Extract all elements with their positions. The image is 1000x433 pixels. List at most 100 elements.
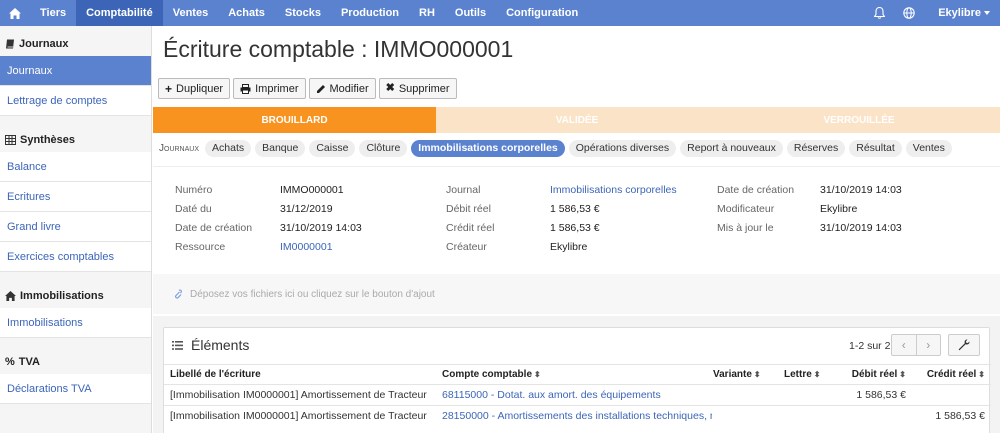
nav-achats[interactable]: Achats <box>218 0 275 26</box>
date-du-label: Daté du <box>175 203 212 215</box>
page-title: Écriture comptable : IMMO000001 <box>163 36 514 62</box>
nav-comptabilite[interactable]: Comptabilité <box>76 0 163 26</box>
cell-variante <box>713 406 783 426</box>
journal-chip-immobilisations[interactable]: Immobilisations corporelles <box>411 139 565 157</box>
sidebar-heading-journaux: Journaux <box>0 32 151 56</box>
journal-chip-reserves[interactable]: Réserves <box>786 139 846 157</box>
home-icon <box>9 7 21 19</box>
sidebar-item-declarations-tva[interactable]: Déclarations TVA <box>0 374 151 404</box>
sidebar-item-immobilisations[interactable]: Immobilisations <box>0 308 151 338</box>
main-content: Écriture comptable : IMMO000001 + Dupliq… <box>153 26 1000 433</box>
nav-ventes[interactable]: Ventes <box>163 0 218 26</box>
table-header: Libellé de l'écriture Compte comptable ⬍ … <box>164 364 991 384</box>
col-variante[interactable]: Variante ⬍ <box>713 365 783 384</box>
chevron-left-icon: ‹ <box>901 338 906 352</box>
sidebar-item-lettrage[interactable]: Lettrage de comptes <box>0 86 151 116</box>
debit-label: Débit réel <box>446 203 491 215</box>
user-menu[interactable]: Ekylibre <box>924 0 1000 26</box>
journal-chip-report[interactable]: Report à nouveaux <box>680 139 783 157</box>
journal-chip-banque[interactable]: Banque <box>255 139 306 157</box>
next-page-button[interactable]: › <box>915 335 941 355</box>
nav-rh[interactable]: RH <box>409 0 445 26</box>
home-icon <box>5 291 16 301</box>
bell-icon <box>873 7 885 19</box>
wrench-icon <box>958 339 970 351</box>
previous-page-button[interactable]: ‹ <box>892 335 916 355</box>
journal-chip-operations-diverses[interactable]: Opérations diverses <box>568 139 677 157</box>
col-lettre[interactable]: Lettre ⬍ <box>784 365 838 384</box>
dropzone-text: Déposez vos fichiers ici ou cliquez sur … <box>190 288 435 300</box>
print-button[interactable]: Imprimer <box>233 78 306 99</box>
edit-button[interactable]: Modifier <box>308 78 376 99</box>
language-button[interactable] <box>894 0 924 26</box>
ressource-link[interactable]: IM0000001 <box>280 241 333 253</box>
table-row: [Immobilisation IM0000001] Amortissement… <box>164 384 991 405</box>
cell-variante <box>713 385 783 405</box>
col-libelle[interactable]: Libellé de l'écriture <box>170 365 430 384</box>
cell-compte-link[interactable]: 28150000 - Amortissements des installati… <box>442 406 712 426</box>
cell-compte-link[interactable]: 68115000 - Dotat. aux amort. des équipem… <box>442 385 712 405</box>
nav-production[interactable]: Production <box>331 0 409 26</box>
list-icon <box>172 340 183 350</box>
elements-title: Éléments <box>172 337 249 353</box>
duplicate-button[interactable]: + Dupliquer <box>158 78 231 99</box>
state-locked: VERROUILLÉE <box>718 107 1000 133</box>
cell-libelle: [Immobilisation IM0000001] Amortissement… <box>170 410 430 422</box>
table-icon <box>5 135 16 145</box>
chevron-right-icon: › <box>926 338 931 352</box>
paperclip-icon <box>174 288 182 299</box>
date-creation-label: Date de création <box>175 222 253 234</box>
modificateur-value: Ekylibre <box>820 203 858 215</box>
delete-button[interactable]: ✖ Supprimer <box>378 78 457 99</box>
modificateur-label: Modificateur <box>717 203 775 215</box>
journal-chip-caisse[interactable]: Caisse <box>309 139 356 157</box>
table-settings-button[interactable] <box>948 334 980 356</box>
journal-chip-cloture[interactable]: Clôture <box>359 139 408 157</box>
numero-label: Numéro <box>175 184 213 196</box>
journal-filter: Journaux Achats Banque Caisse Clôture Im… <box>153 136 1000 160</box>
percent-icon: % <box>5 356 15 368</box>
sidebar-heading-tva: % TVA <box>5 356 40 368</box>
sidebar-item-grand-livre[interactable]: Grand livre <box>0 212 151 242</box>
col-credit[interactable]: Crédit réel ⬍ <box>910 365 985 384</box>
numero-value: IMMO000001 <box>280 184 344 196</box>
col-compte[interactable]: Compte comptable ⬍ <box>442 365 702 384</box>
col-debit[interactable]: Débit réel ⬍ <box>834 365 906 384</box>
nav-configuration[interactable]: Configuration <box>496 0 588 26</box>
home-button[interactable] <box>0 0 30 26</box>
sidebar-item-exercices[interactable]: Exercices comptables <box>0 242 151 272</box>
sidebar-heading-immobilisations: Immobilisations <box>0 284 151 308</box>
date-creation-value: 31/10/2019 14:03 <box>280 222 362 234</box>
journal-label: Journal <box>446 184 481 196</box>
table-row: [Immobilisation IM0000001] Amortissement… <box>164 405 991 426</box>
pagination-text: 1-2 sur 2 <box>849 340 891 352</box>
cell-debit: 1 586,53 € <box>856 389 906 401</box>
journal-chip-ventes[interactable]: Ventes <box>905 139 952 157</box>
journal-link[interactable]: Immobilisations corporelles <box>550 184 677 196</box>
nav-stocks[interactable]: Stocks <box>275 0 331 26</box>
journal-chip-achats[interactable]: Achats <box>205 139 252 157</box>
cell-debit <box>834 406 906 426</box>
elements-table: Libellé de l'écriture Compte comptable ⬍ … <box>164 364 991 426</box>
sort-icon: ⬍ <box>899 370 906 379</box>
date-creation2-label: Date de création <box>717 184 795 196</box>
sort-icon: ⬍ <box>978 370 985 379</box>
entry-details: Numéro IMMO000001 Daté du 31/12/2019 Dat… <box>153 166 1000 272</box>
nav-outils[interactable]: Outils <box>445 0 496 26</box>
pagination-buttons: ‹ › <box>891 334 941 356</box>
notifications-button[interactable] <box>864 0 894 26</box>
sort-icon: ⬍ <box>753 370 761 379</box>
print-icon <box>240 83 251 94</box>
file-dropzone[interactable]: Déposez vos fichiers ici ou cliquez sur … <box>153 274 1000 314</box>
sidebar-item-journaux[interactable]: Journaux <box>0 56 151 86</box>
top-navigation: Tiers Comptabilité Ventes Achats Stocks … <box>0 0 1000 26</box>
sidebar-item-ecritures[interactable]: Ecritures <box>0 182 151 212</box>
cell-lettre <box>784 406 838 426</box>
toolbar: + Dupliquer Imprimer Modifier ✖ Supprime… <box>158 78 457 99</box>
user-name: Ekylibre <box>938 7 981 19</box>
sidebar-heading-syntheses: Synthèses <box>0 128 151 152</box>
journal-chip-resultat[interactable]: Résultat <box>849 139 902 157</box>
nav-tiers[interactable]: Tiers <box>30 0 76 26</box>
sidebar-item-balance[interactable]: Balance <box>0 152 151 182</box>
debit-value: 1 586,53 € <box>550 203 600 215</box>
